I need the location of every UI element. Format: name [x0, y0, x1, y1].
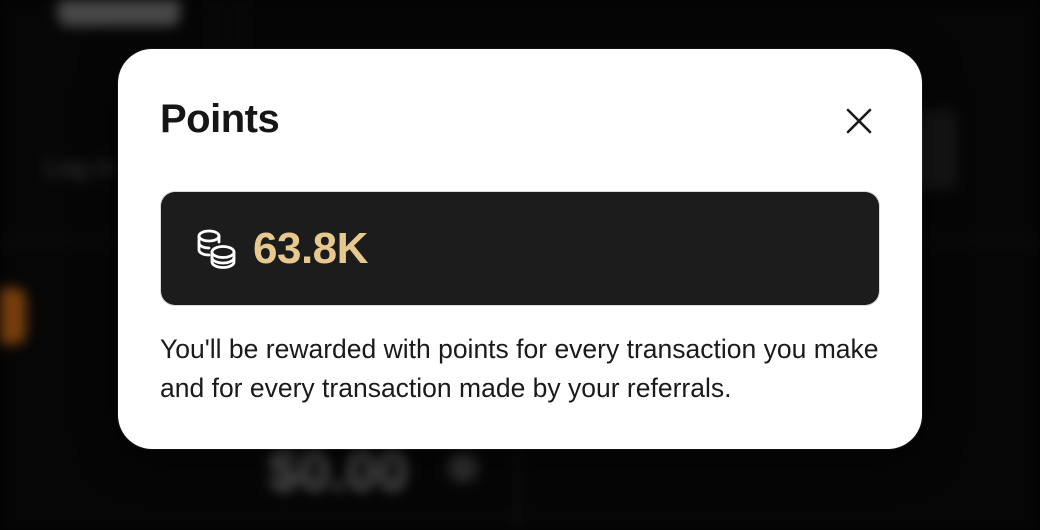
points-modal: Points 63.8K You'll be rewarded with poi…	[118, 49, 922, 449]
points-description: You'll be rewarded with points for every…	[160, 334, 879, 403]
close-icon	[846, 108, 872, 134]
points-balance-card: 63.8K	[161, 192, 879, 305]
modal-title: Points	[160, 97, 280, 141]
coins-icon	[195, 227, 239, 271]
close-button[interactable]	[839, 101, 879, 141]
points-value: 63.8K	[253, 223, 368, 273]
